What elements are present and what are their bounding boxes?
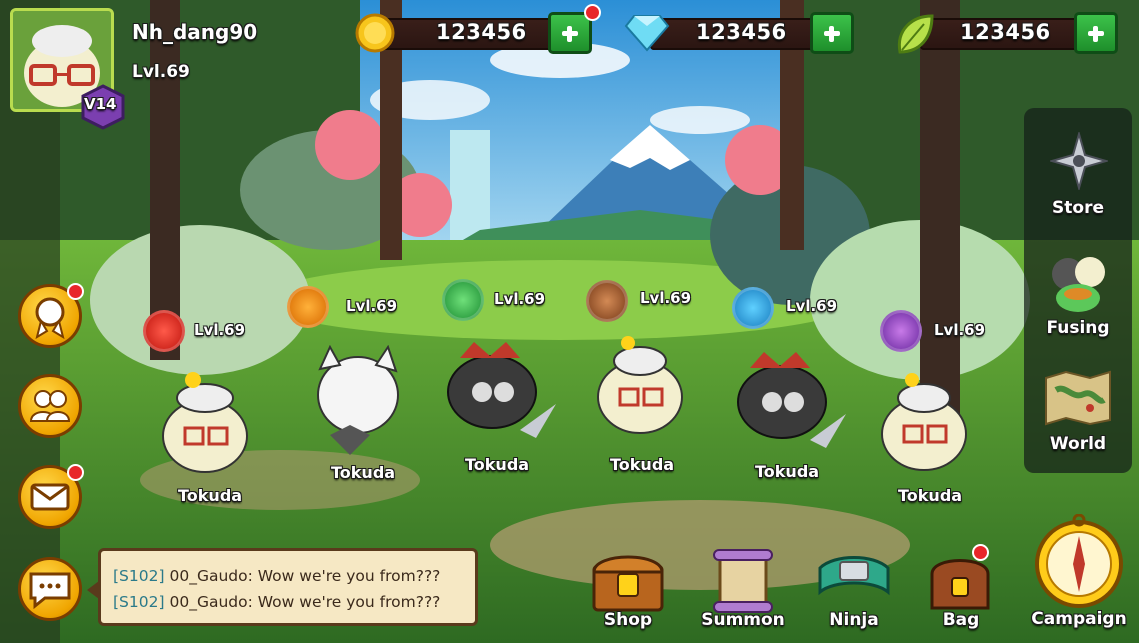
friends-button[interactable]: [18, 374, 82, 438]
chat-user: 00_Gaudo:: [169, 567, 253, 585]
add-diamond-button[interactable]: [810, 12, 854, 54]
achievement-button[interactable]: [18, 283, 84, 348]
add-leaf-button[interactable]: [1074, 12, 1118, 54]
chat-channel: [S102]: [113, 567, 165, 585]
character-level: Lvl.69: [934, 321, 986, 339]
chat-message: [S102] 00_Gaudo: Wow we're you from???: [113, 593, 440, 611]
scroll-icon: [713, 549, 773, 613]
summon-label: Summon: [701, 610, 785, 630]
campaign-label: Campaign: [1031, 609, 1127, 629]
chat-button[interactable]: [18, 557, 82, 621]
water-element-icon: [732, 287, 774, 329]
vip-level: V14: [84, 95, 117, 113]
friends-icon: [29, 390, 71, 422]
world-label: World: [1049, 434, 1107, 454]
character-level: Lvl.69: [494, 290, 546, 308]
character-sprite: [597, 336, 683, 434]
shuriken-icon: [1050, 132, 1108, 190]
game-scene: V14 Nh_dang90 Lvl.69 123456 123456 12345…: [0, 0, 1139, 643]
diamond-value: 123456: [696, 20, 787, 44]
notification-dot: [67, 283, 84, 300]
character-sprite: [162, 372, 248, 473]
character-sprite: [881, 373, 967, 471]
notification-dot: [584, 4, 601, 21]
diamond-currency: 123456: [624, 12, 860, 54]
character-name: Tokuda: [331, 463, 396, 482]
store-label: Store: [1052, 198, 1104, 218]
ninja-headband-icon: [818, 556, 890, 596]
right-menu-panel: Store Fusing World: [1024, 108, 1132, 473]
character-level: Lvl.69: [640, 289, 692, 307]
ninja-button[interactable]: Ninja: [810, 548, 898, 640]
player-name: Nh_dang90: [132, 20, 258, 44]
notification-dot: [972, 544, 989, 561]
summon-button[interactable]: Summon: [694, 548, 792, 640]
chat-text: Wow we're you from???: [257, 567, 441, 585]
character-name: Tokuda: [178, 486, 243, 505]
lightning-element-icon: [287, 286, 329, 328]
ninja-label: Ninja: [829, 610, 879, 630]
treasure-chest-icon: [592, 555, 664, 612]
character-name: Tokuda: [898, 486, 963, 505]
notification-dot: [67, 464, 84, 481]
chat-user: 00_Gaudo:: [169, 593, 253, 611]
fusing-icon: [1052, 257, 1105, 312]
character-level: Lvl.69: [194, 321, 246, 339]
gold-currency: 123456: [354, 4, 601, 54]
shop-label: Shop: [603, 610, 653, 630]
character-sprite: [737, 352, 846, 448]
chat-message: [S102] 00_Gaudo: Wow we're you from???: [113, 567, 440, 585]
chat-channel: [S102]: [113, 593, 165, 611]
leaf-currency: 123456: [894, 12, 1122, 54]
player-level: Lvl.69: [132, 62, 190, 82]
compass-icon: [1035, 514, 1123, 608]
bag-label: Bag: [942, 610, 980, 630]
earth-element-icon: [586, 280, 628, 322]
yin-yang-element-icon: [880, 310, 922, 352]
store-button[interactable]: Store: [1024, 122, 1132, 232]
chat-bubble-icon: [29, 572, 71, 610]
fusing-button[interactable]: Fusing: [1024, 244, 1132, 354]
fire-element-icon: [143, 310, 185, 352]
wind-element-icon: [442, 279, 484, 321]
gold-value: 123456: [436, 20, 527, 44]
character-name: Tokuda: [465, 455, 530, 474]
shop-button[interactable]: Shop: [584, 548, 672, 640]
gold-coin-icon: [355, 13, 395, 53]
character-sprite: [447, 342, 556, 438]
map-icon: [1045, 370, 1111, 426]
fusing-label: Fusing: [1046, 318, 1110, 338]
leaf-icon: [897, 14, 934, 54]
world-button[interactable]: World: [1024, 364, 1132, 464]
chat-box[interactable]: [S102] 00_Gaudo: Wow we're you from??? […: [87, 548, 478, 626]
chat-text: Wow we're you from???: [257, 593, 441, 611]
campaign-button[interactable]: Campaign: [1022, 512, 1136, 640]
diamond-icon: [624, 15, 670, 52]
character-sprite: [317, 345, 399, 455]
character-name: Tokuda: [755, 462, 820, 481]
bag-button[interactable]: Bag: [918, 544, 1004, 640]
character-name: Tokuda: [610, 455, 675, 474]
character-level: Lvl.69: [346, 297, 398, 315]
leaf-value: 123456: [960, 20, 1051, 44]
character-level: Lvl.69: [786, 297, 838, 315]
mail-button[interactable]: [18, 464, 84, 529]
